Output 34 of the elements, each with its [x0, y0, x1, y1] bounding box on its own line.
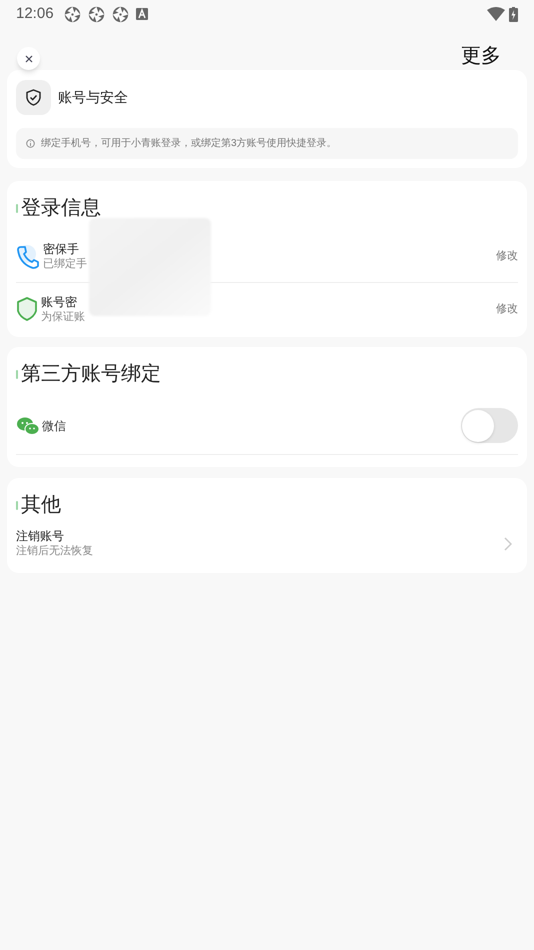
wifi-icon: [487, 7, 505, 21]
item-subtitle: 已绑定手: [43, 257, 87, 272]
notice-text: 绑定手机号，可用于小青账登录，或绑定第3方账号使用快捷登录。: [41, 136, 337, 151]
aperture-icon: [88, 6, 105, 22]
chevron-right-icon[interactable]: [504, 536, 512, 550]
shield-icon: [16, 296, 38, 322]
item-title: 密保手: [43, 241, 80, 257]
edit-link[interactable]: 修改: [496, 300, 518, 318]
section-title: 登录信息: [21, 196, 101, 221]
aperture-icon: [112, 6, 129, 22]
accent-mark: [16, 204, 18, 212]
item-title: 注销账号: [16, 528, 65, 544]
section-title: 其他: [21, 493, 61, 518]
info-icon: [26, 139, 35, 148]
shield-check-icon: [26, 89, 41, 106]
phone-icon: [16, 244, 40, 270]
battery-icon: [509, 6, 518, 22]
item-subtitle: 注销后无法恢复: [16, 544, 93, 559]
item-title: 账号密: [41, 294, 78, 310]
more-button[interactable]: 更多: [461, 46, 501, 66]
item-subtitle: 为保证账: [41, 310, 85, 324]
card-title: 账号与安全: [58, 88, 128, 107]
close-icon: [24, 54, 32, 62]
accent-mark: [16, 370, 18, 378]
status-time: 12:06: [16, 4, 54, 24]
toggle-switch[interactable]: [461, 408, 518, 443]
chat-bubbles-icon: [16, 414, 40, 436]
account-label: 微信: [42, 418, 66, 434]
edit-link[interactable]: 修改: [496, 248, 518, 265]
keyboard-icon: [136, 8, 148, 20]
aperture-icon: [64, 6, 81, 22]
close-button[interactable]: [17, 47, 40, 70]
accent-mark: [16, 500, 18, 510]
section-title: 第三方账号绑定: [21, 362, 161, 387]
